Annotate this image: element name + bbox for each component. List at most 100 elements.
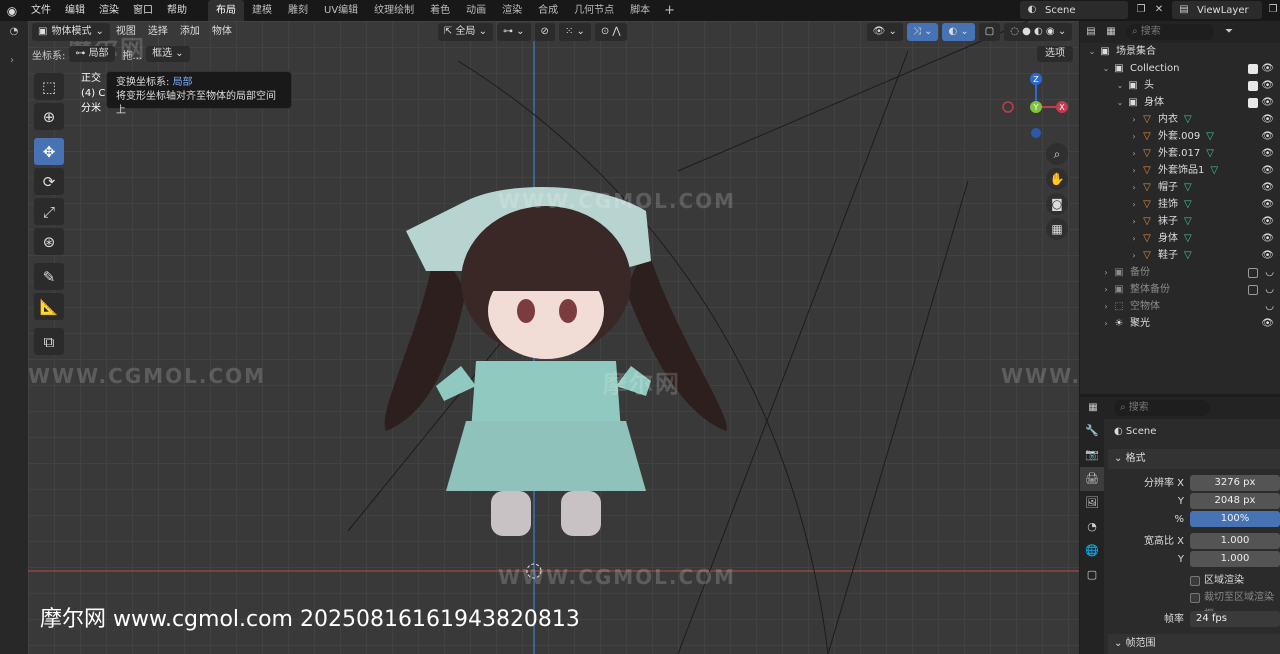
orientation-dropdown[interactable]: ⊶ 局部 xyxy=(69,46,115,62)
tab-rendering[interactable]: 渲染 xyxy=(494,0,530,21)
outliner-row[interactable]: ⌄ ▣ 身体 👁 xyxy=(1080,94,1280,111)
exclude-checkbox[interactable] xyxy=(1248,268,1258,278)
cursor-tool[interactable]: ⊕ xyxy=(34,103,64,130)
outliner-row[interactable]: ⌄ ▣ Collection 👁 xyxy=(1080,60,1280,77)
expand-arrow-icon[interactable]: ⌄ xyxy=(1114,94,1126,111)
outliner-row[interactable]: › ⬚ 空物体 ◡ xyxy=(1080,298,1280,315)
move-tool[interactable]: ✥ xyxy=(34,138,64,165)
visibility-eye-icon[interactable]: 👁 xyxy=(1261,315,1274,332)
visibility-eye-icon[interactable]: 👁 xyxy=(1261,162,1274,179)
world-tab-icon[interactable]: 🌐 xyxy=(1080,539,1104,563)
render-region-checkbox[interactable]: 区域渲染 xyxy=(1108,572,1280,589)
gizmo-neg-x[interactable] xyxy=(1002,101,1014,113)
outliner-row[interactable]: › ▽ 外套.009 ▽ 👁 xyxy=(1080,128,1280,145)
outliner-row[interactable]: › ▣ 备份 ◡ xyxy=(1080,264,1280,281)
menu-add[interactable]: 添加 xyxy=(174,23,206,41)
visibility-button[interactable]: 👁 ⌄ xyxy=(866,23,903,41)
tab-modeling[interactable]: 建模 xyxy=(244,0,280,21)
output-tab-icon[interactable]: 🖨 xyxy=(1080,467,1104,491)
tab-texture-paint[interactable]: 纹理绘制 xyxy=(366,0,422,21)
transform-tool[interactable]: ⊛ xyxy=(34,228,64,255)
new-view-layer-icon[interactable]: ❐ xyxy=(1266,3,1280,17)
add-cube-tool[interactable]: ⧉ xyxy=(34,328,64,355)
gizmo-neg-z[interactable] xyxy=(1031,128,1041,138)
visibility-eye-icon[interactable]: ◡ xyxy=(1265,281,1274,298)
menu-render[interactable]: 渲染 xyxy=(92,0,126,21)
snap-target-button[interactable]: ⁙ ⌄ xyxy=(558,23,591,41)
gizmo-toggle-button[interactable]: ⤨ ⌄ xyxy=(906,23,939,41)
rotate-tool[interactable]: ⟳ xyxy=(34,168,64,195)
collection-tab-icon[interactable]: ▢ xyxy=(1080,563,1104,587)
outliner-search-input[interactable]: ⌕ 搜索 xyxy=(1126,24,1214,40)
outliner-editor-icon[interactable]: ▤ xyxy=(1084,25,1098,39)
outliner-row[interactable]: › ▽ 外套饰品1 ▽ 👁 xyxy=(1080,162,1280,179)
expand-arrow-icon[interactable]: › xyxy=(1100,298,1112,315)
tab-animation[interactable]: 动画 xyxy=(458,0,494,21)
expand-arrow-icon[interactable]: › xyxy=(1128,162,1140,179)
visibility-eye-icon[interactable]: 👁 xyxy=(1261,196,1274,213)
tab-shading[interactable]: 着色 xyxy=(422,0,458,21)
view-layer-tab-icon[interactable]: 🖼 xyxy=(1080,491,1104,515)
visibility-eye-icon[interactable]: 👁 xyxy=(1261,94,1274,111)
outliner-row[interactable]: › ▽ 挂饰 ▽ 👁 xyxy=(1080,196,1280,213)
transform-orientation-selector[interactable]: ⇱ 全局 ⌄ xyxy=(437,23,493,41)
expand-arrow-icon[interactable]: › xyxy=(1128,230,1140,247)
tab-scripting[interactable]: 脚本 xyxy=(622,0,658,21)
exclude-checkbox[interactable] xyxy=(1248,81,1258,91)
tab-layout[interactable]: 布局 xyxy=(208,0,244,21)
outliner-row[interactable]: ⌄ ▣ 场景集合 xyxy=(1080,43,1280,60)
new-scene-icon[interactable]: ❐ xyxy=(1134,3,1148,17)
properties-editor-icon[interactable]: ▦ xyxy=(1086,401,1100,415)
expand-arrow-icon[interactable]: › xyxy=(1128,111,1140,128)
aspect-y-field[interactable]: 1.000 xyxy=(1190,551,1280,567)
proportional-editing-button[interactable]: ⊙ ⋀ xyxy=(594,23,627,41)
expand-arrow-icon[interactable]: › xyxy=(1128,179,1140,196)
properties-search-input[interactable]: ⌕ 搜索 xyxy=(1114,400,1210,416)
navigation-gizmo[interactable]: Z X Y xyxy=(1002,71,1076,145)
pivot-point-button[interactable]: ⊶ ⌄ xyxy=(496,23,531,41)
expand-arrow-icon[interactable]: › xyxy=(1100,315,1112,332)
resolution-percent-field[interactable]: 100% xyxy=(1190,511,1280,527)
outliner-row[interactable]: › ▽ 帽子 ▽ 👁 xyxy=(1080,179,1280,196)
editor-type-icon[interactable]: ◔ xyxy=(7,25,21,39)
camera-view-icon[interactable]: ◙ xyxy=(1046,193,1068,215)
resolution-x-field[interactable]: 3276 px xyxy=(1190,475,1280,491)
frame-range-panel-header[interactable]: ⌄ 帧范围 xyxy=(1108,634,1280,654)
overlays-toggle-button[interactable]: ◐ ⌄ xyxy=(942,23,975,41)
visibility-eye-icon[interactable]: 👁 xyxy=(1261,247,1274,264)
scene-tab-icon[interactable]: ◔ xyxy=(1080,515,1104,539)
visibility-eye-icon[interactable]: 👁 xyxy=(1261,213,1274,230)
mode-selector[interactable]: ▣ 物体模式 ⌄ xyxy=(32,23,110,41)
measure-tool[interactable]: 📐 xyxy=(34,293,64,320)
options-button[interactable]: 选项 xyxy=(1037,46,1073,62)
visibility-eye-icon[interactable]: 👁 xyxy=(1261,179,1274,196)
expand-arrow-icon[interactable]: ⌄ xyxy=(1086,43,1098,60)
menu-file[interactable]: 文件 xyxy=(24,0,58,21)
crop-region-box[interactable] xyxy=(1190,593,1200,603)
tab-uv-editing[interactable]: UV编辑 xyxy=(316,0,366,21)
visibility-eye-icon[interactable]: 👁 xyxy=(1261,60,1274,77)
view-layer-selector[interactable]: ▤ ViewLayer xyxy=(1172,1,1262,19)
outliner-row[interactable]: › ▽ 内衣 ▽ 👁 xyxy=(1080,111,1280,128)
delete-scene-icon[interactable]: ✕ xyxy=(1152,3,1166,17)
ortho-grid-icon[interactable]: ▦ xyxy=(1046,218,1068,240)
xray-toggle-button[interactable]: ▢ xyxy=(978,23,1001,41)
annotate-tool[interactable]: ✎ xyxy=(34,263,64,290)
visibility-eye-icon[interactable]: ◡ xyxy=(1265,264,1274,281)
render-region-box[interactable] xyxy=(1190,576,1200,586)
expand-arrow-icon[interactable]: › xyxy=(1100,281,1112,298)
outliner-row[interactable]: › ▽ 袜子 ▽ 👁 xyxy=(1080,213,1280,230)
aspect-x-field[interactable]: 1.000 xyxy=(1190,533,1280,549)
menu-edit[interactable]: 编辑 xyxy=(58,0,92,21)
fps-dropdown[interactable]: 24 fps xyxy=(1190,611,1280,627)
tab-compositing[interactable]: 合成 xyxy=(530,0,566,21)
exclude-checkbox[interactable] xyxy=(1248,64,1258,74)
resolution-y-field[interactable]: 2048 px xyxy=(1190,493,1280,509)
menu-help[interactable]: 帮助 xyxy=(160,0,194,21)
visibility-eye-icon[interactable]: 👁 xyxy=(1261,111,1274,128)
shading-modes-button[interactable]: ◌ ● ◐ ◉ ⌄ xyxy=(1004,23,1073,41)
add-workspace-button[interactable]: + xyxy=(658,0,681,21)
select-box-tool[interactable]: ⬚ xyxy=(34,73,64,100)
outliner-row[interactable]: › ▣ 整体备份 ◡ xyxy=(1080,281,1280,298)
exclude-checkbox[interactable] xyxy=(1248,285,1258,295)
